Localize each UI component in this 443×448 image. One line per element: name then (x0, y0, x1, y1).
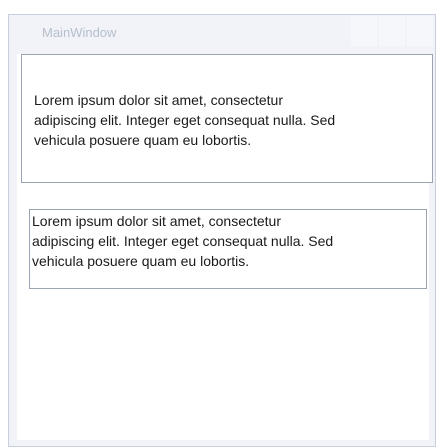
text-line: adipiscing elit. Integer eget consequat … (34, 112, 336, 128)
minimize-button[interactable] (351, 16, 377, 46)
main-window: MainWindow Lorem ipsum dolor sit amet, c… (8, 14, 436, 447)
window-content: Lorem ipsum dolor sit amet, consectetur … (17, 54, 433, 440)
text-line: Lorem ipsum dolor sit amet, consectetur (34, 92, 283, 108)
text-box-compact-content: Lorem ipsum dolor sit amet, consectetur … (32, 211, 424, 271)
title-bar[interactable]: MainWindow (9, 15, 435, 49)
text-box-compact: Lorem ipsum dolor sit amet, consectetur … (29, 209, 427, 289)
text-line: vehicula posuere quam eu lobortis. (34, 132, 252, 148)
close-button[interactable] (407, 16, 433, 46)
maximize-button[interactable] (379, 16, 405, 46)
text-line: adipiscing elit. Integer eget consequat … (32, 233, 334, 249)
text-box-padded: Lorem ipsum dolor sit amet, consectetur … (21, 54, 433, 183)
window-title: MainWindow (42, 25, 117, 40)
text-box-padded-content: Lorem ipsum dolor sit amet, consectetur … (34, 90, 424, 150)
text-line: vehicula posuere quam eu lobortis. (32, 253, 250, 269)
text-line: Lorem ipsum dolor sit amet, consectetur (32, 213, 281, 229)
